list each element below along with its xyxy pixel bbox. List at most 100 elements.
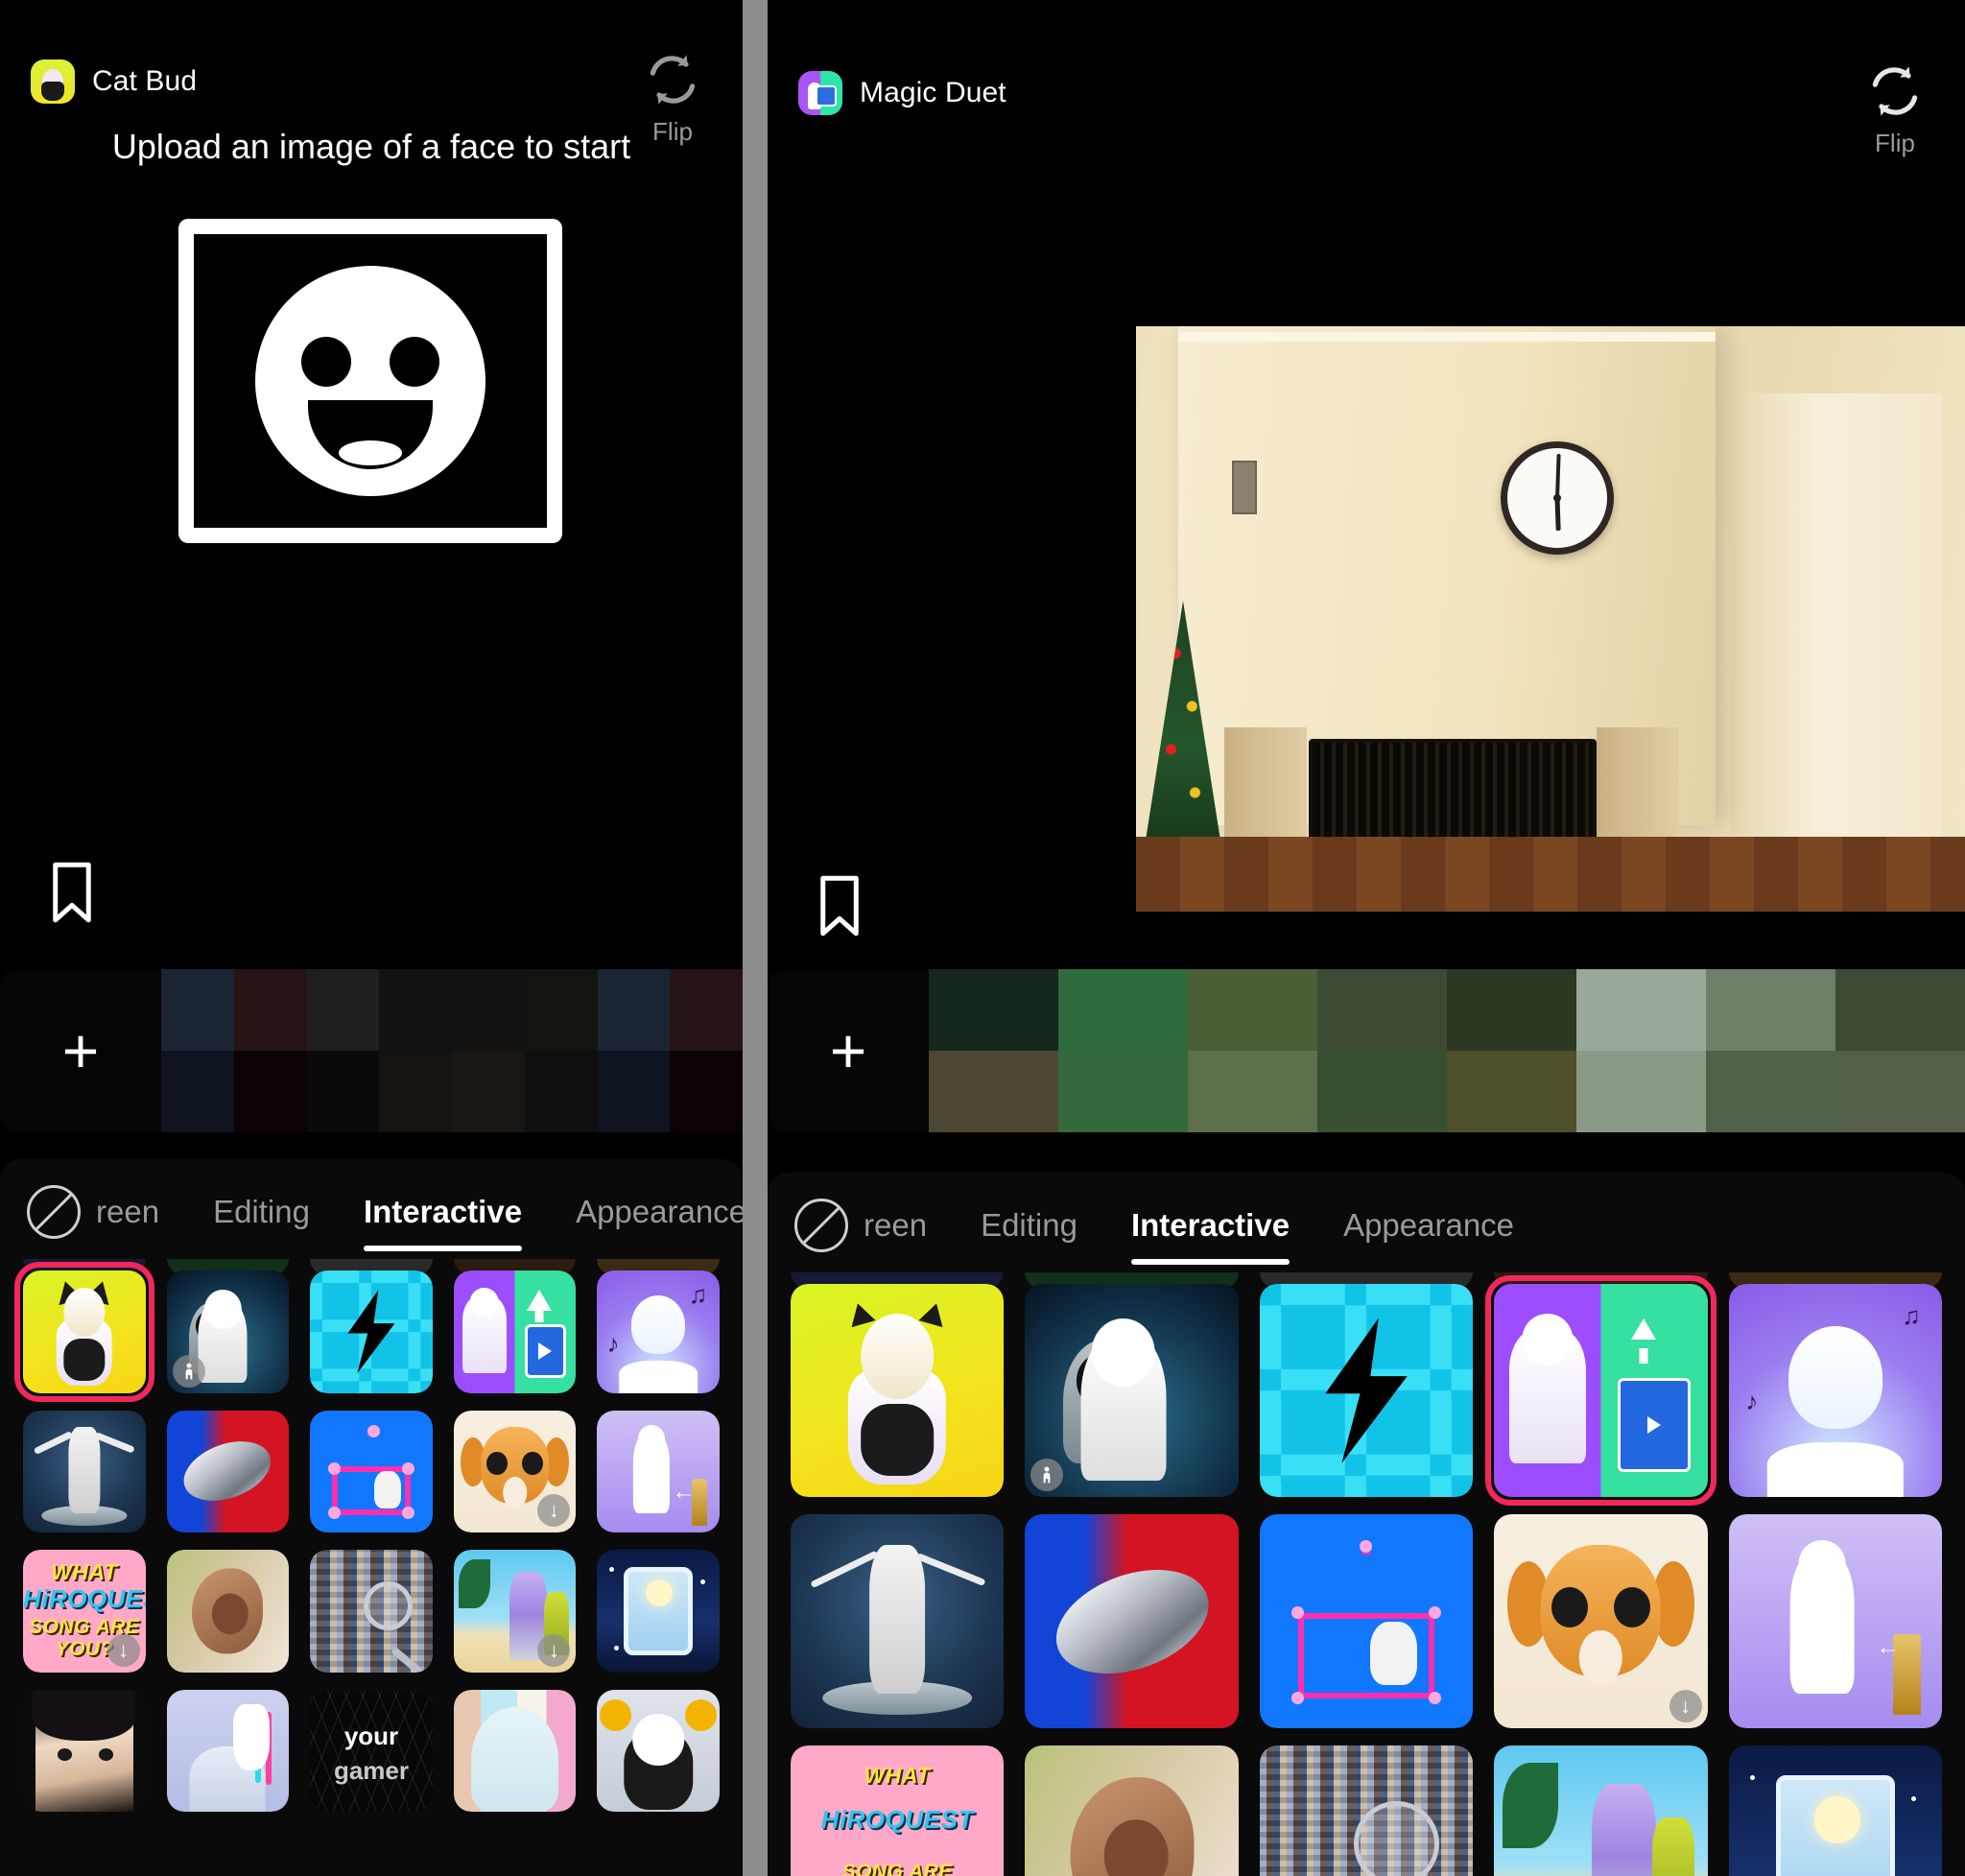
wall-switch — [1232, 461, 1257, 514]
no-effect-icon[interactable] — [794, 1199, 848, 1252]
preview-pixel — [1576, 969, 1706, 1051]
right-effects-tray: reen Editing Interactive Appearance ♫ ♪ ↓ ←… — [768, 1173, 1965, 1876]
effect-tile-art — [1025, 1745, 1239, 1876]
duet-person-head — [469, 1287, 499, 1318]
right-bookmark-icon[interactable] — [817, 875, 862, 937]
upload-arrow-stem — [1639, 1347, 1648, 1364]
effect-tile[interactable]: your gamer — [310, 1689, 433, 1813]
right-tab-editing[interactable]: Editing — [954, 1207, 1104, 1244]
right-flip-camera-button[interactable]: Flip — [1863, 59, 1927, 158]
effect-tile[interactable]: WHATHiROQUESTSONG AREYOU?↓ — [23, 1550, 146, 1673]
left-tab-editing[interactable]: Editing — [186, 1194, 337, 1230]
left-add-media-button[interactable]: + — [0, 969, 161, 1132]
effect-tile[interactable] — [1259, 1514, 1474, 1728]
preview-pixel — [452, 969, 525, 1051]
download-badge-icon[interactable]: ↓ — [537, 1633, 571, 1667]
right-media-strip: + — [768, 969, 1965, 1132]
effect-tile[interactable]: ♫ ♪ — [1728, 1284, 1942, 1498]
effect-tile-art: WHATHiROQUESTSONG AREYOU? — [791, 1745, 1005, 1876]
effect-tile-art — [166, 1689, 290, 1813]
living-room-fireplace-photo — [1136, 326, 1965, 912]
left-tab-screen[interactable]: reen — [96, 1194, 186, 1230]
effect-tile[interactable] — [1025, 1514, 1239, 1728]
effect-tile[interactable] — [166, 1689, 290, 1813]
door-frame — [1731, 393, 1942, 912]
effect-tile[interactable] — [1025, 1284, 1239, 1498]
effect-tile[interactable] — [166, 1550, 290, 1673]
effect-tile[interactable]: ↓ — [1494, 1514, 1708, 1728]
effect-tile[interactable] — [23, 1410, 146, 1533]
pointing-hand-icon — [1370, 1621, 1418, 1686]
right-tab-appearance[interactable]: Appearance — [1316, 1207, 1541, 1244]
effect-tile[interactable]: ↓ — [1494, 1745, 1708, 1876]
effect-tile[interactable] — [166, 1410, 290, 1533]
left-flip-camera-button[interactable]: Flip — [641, 48, 704, 147]
effect-tile[interactable]: ← — [1728, 1514, 1942, 1728]
effect-tile-art: your gamer — [310, 1689, 433, 1813]
left-header: Cat Bud Flip — [0, 0, 743, 221]
effect-tile[interactable] — [310, 1270, 433, 1393]
left-tab-interactive[interactable]: Interactive — [337, 1194, 549, 1251]
flip-camera-icon — [650, 55, 696, 105]
right-add-media-button[interactable]: + — [768, 969, 929, 1132]
hair — [33, 1689, 136, 1742]
effect-tile[interactable]: ↓ — [453, 1410, 577, 1533]
effect-tile[interactable]: ♫ ♪ — [597, 1270, 720, 1393]
star — [1749, 1774, 1755, 1780]
dog-eye-left — [1551, 1587, 1589, 1628]
upload-arrow-stem — [534, 1307, 544, 1323]
anchor-dot — [1428, 1606, 1441, 1620]
preview-pixel — [1835, 1051, 1965, 1132]
effect-tile[interactable] — [166, 1270, 290, 1393]
effect-tile[interactable] — [1025, 1745, 1239, 1876]
no-effect-icon[interactable] — [27, 1185, 81, 1239]
preview-pixel — [306, 969, 380, 1051]
pointing-hand-icon — [373, 1471, 401, 1508]
robot-arm-right — [915, 1552, 986, 1586]
left-bookmark-icon[interactable] — [50, 862, 94, 923]
effect-tile[interactable] — [453, 1270, 577, 1393]
effect-tile-art — [791, 1514, 1005, 1728]
cat-head — [63, 1287, 106, 1337]
effect-tile[interactable]: ↓ — [453, 1550, 577, 1673]
effect-tile-art — [23, 1689, 146, 1813]
effect-tile[interactable] — [453, 1689, 577, 1813]
effect-tile[interactable] — [14, 1262, 154, 1402]
music-body — [619, 1361, 698, 1393]
effect-tile[interactable] — [597, 1689, 720, 1813]
right-tab-interactive[interactable]: Interactive — [1104, 1207, 1316, 1265]
right-pixelated-preview-strip[interactable] — [929, 969, 1965, 1132]
effect-tile[interactable] — [310, 1550, 433, 1673]
anchor-dot — [401, 1462, 414, 1476]
left-effect-brand[interactable]: Cat Bud — [31, 59, 197, 104]
effect-tile[interactable] — [1259, 1745, 1474, 1876]
metallic-lips — [1041, 1550, 1222, 1693]
face-upload-placeholder-icon[interactable] — [178, 219, 562, 543]
right-tab-screen[interactable]: reen — [864, 1207, 954, 1244]
quiz-line-3: SONG ARE — [841, 1860, 953, 1876]
effect-tile[interactable] — [1728, 1745, 1942, 1876]
lightning-bolt — [347, 1290, 395, 1374]
effect-tile[interactable] — [1485, 1275, 1716, 1507]
effect-tile[interactable] — [791, 1514, 1005, 1728]
download-badge-icon[interactable]: ↓ — [1669, 1689, 1702, 1722]
panda-face — [632, 1714, 684, 1766]
effect-tile[interactable]: WHATHiROQUESTSONG AREYOU?↓ — [791, 1745, 1005, 1876]
right-effect-brand[interactable]: Magic Duet — [798, 71, 1006, 115]
music-note-icon: ♪ — [1745, 1386, 1759, 1415]
effect-tile[interactable] — [23, 1689, 146, 1813]
effect-tile[interactable] — [791, 1284, 1005, 1498]
effect-tile[interactable] — [310, 1410, 433, 1533]
upload-arrow-head — [1630, 1318, 1656, 1340]
left-pixelated-preview-strip[interactable] — [161, 969, 743, 1132]
gamer-line-1: your — [343, 1722, 399, 1750]
effect-tile-art: ← — [1728, 1514, 1942, 1728]
effect-tile[interactable] — [1259, 1284, 1474, 1498]
effect-tile[interactable]: ← — [597, 1410, 720, 1533]
download-badge-icon[interactable]: ↓ — [107, 1633, 140, 1667]
left-tab-appearance[interactable]: Appearance — [549, 1194, 743, 1230]
star — [609, 1567, 615, 1573]
effect-tile[interactable] — [597, 1550, 720, 1673]
person-head — [204, 1290, 242, 1330]
beach-figure-side — [1651, 1817, 1695, 1876]
